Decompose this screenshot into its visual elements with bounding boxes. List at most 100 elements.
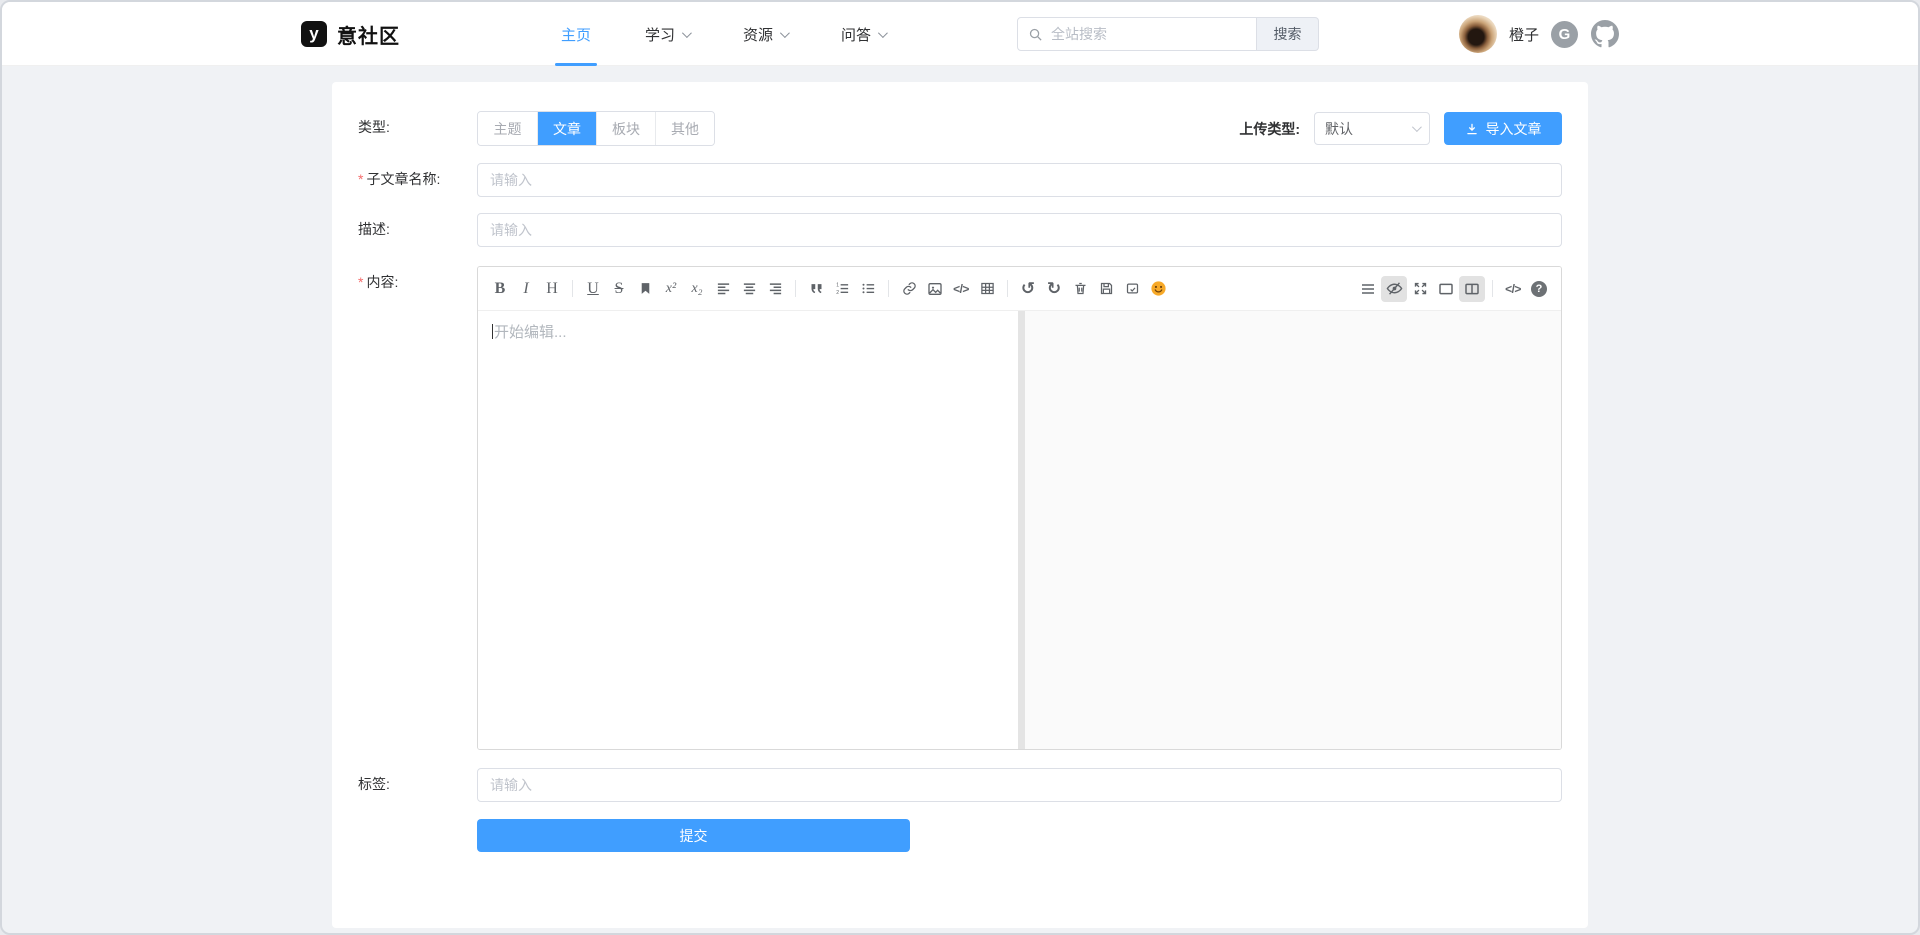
content-label: *内容: xyxy=(358,266,477,750)
navigation-outline-icon[interactable] xyxy=(1355,276,1381,302)
import-article-label: 导入文章 xyxy=(1486,119,1542,139)
html-view-icon[interactable]: </> xyxy=(1500,276,1526,302)
type-option-other[interactable]: 其他 xyxy=(655,112,714,145)
nav-item-qa[interactable]: 问答 xyxy=(835,2,891,66)
search-input[interactable] xyxy=(1051,26,1246,42)
gitee-icon[interactable]: G xyxy=(1551,21,1578,48)
nav-resources-label: 资源 xyxy=(743,24,773,45)
unordered-list-icon[interactable] xyxy=(855,276,881,302)
editor-preview-pane xyxy=(1025,311,1561,749)
top-header: y 意社区 主页 学习 资源 问答 xyxy=(2,2,1918,66)
logo-icon: y xyxy=(301,21,327,47)
user-area: 橙子 G xyxy=(1459,15,1619,53)
split-view-icon[interactable] xyxy=(1459,276,1485,302)
chevron-down-icon xyxy=(682,28,692,38)
tags-label: 标签: xyxy=(358,768,477,802)
type-row: 类型: 主题 文章 板块 其他 上传类型: 默认 xyxy=(358,111,1562,146)
save-icon[interactable] xyxy=(1093,276,1119,302)
sub-article-name-row: *子文章名称: xyxy=(358,163,1562,197)
type-label: 类型: xyxy=(358,111,477,146)
fullscreen-icon[interactable] xyxy=(1407,276,1433,302)
app-window: y 意社区 主页 学习 资源 问答 xyxy=(0,0,1920,935)
search-button[interactable]: 搜索 xyxy=(1257,17,1319,51)
ordered-list-icon[interactable]: 12 xyxy=(829,276,855,302)
sub-article-name-label: *子文章名称: xyxy=(358,163,477,197)
page-body: 类型: 主题 文章 板块 其他 上传类型: 默认 xyxy=(2,66,1918,933)
quote-icon[interactable] xyxy=(803,276,829,302)
upload-type-label: 上传类型: xyxy=(1239,119,1300,139)
description-input[interactable] xyxy=(477,213,1562,247)
submit-row: 提交 xyxy=(358,819,1562,852)
site-search: 搜索 xyxy=(1017,17,1319,51)
download-icon xyxy=(1465,122,1479,136)
toolbar-separator xyxy=(1492,280,1493,297)
table-icon[interactable] xyxy=(974,276,1000,302)
search-icon xyxy=(1028,27,1043,42)
undo-icon[interactable]: ↺ xyxy=(1015,276,1041,302)
upload-type-select[interactable]: 默认 xyxy=(1314,112,1430,145)
code-icon[interactable]: </> xyxy=(948,276,974,302)
import-article-button[interactable]: 导入文章 xyxy=(1444,112,1562,145)
upload-type-group: 上传类型: 默认 导入文章 xyxy=(1239,112,1562,145)
align-center-icon[interactable] xyxy=(736,276,762,302)
site-title: 意社区 xyxy=(337,20,400,49)
user-avatar[interactable] xyxy=(1459,15,1497,53)
trash-icon[interactable] xyxy=(1067,276,1093,302)
emoji-icon[interactable] xyxy=(1145,276,1171,302)
editor-content: 开始编辑... xyxy=(478,311,1561,749)
single-column-icon[interactable] xyxy=(1433,276,1459,302)
chevron-down-icon xyxy=(878,28,888,38)
text-caret xyxy=(492,324,493,339)
chevron-down-icon xyxy=(1412,122,1422,132)
editor-placeholder: 开始编辑... xyxy=(494,324,567,341)
redo-icon[interactable]: ↻ xyxy=(1041,276,1067,302)
description-row: 描述: xyxy=(358,213,1562,247)
underline-icon[interactable]: U xyxy=(580,276,606,302)
svg-text:1: 1 xyxy=(836,282,839,288)
superscript-icon[interactable]: x² xyxy=(658,276,684,302)
editor-pane-divider[interactable] xyxy=(1018,311,1025,749)
nav-home-label: 主页 xyxy=(561,24,591,45)
type-option-topic[interactable]: 主题 xyxy=(478,112,537,145)
nav-item-learn[interactable]: 学习 xyxy=(639,2,695,66)
help-icon[interactable]: ? xyxy=(1526,276,1552,302)
preview-toggle-icon[interactable] xyxy=(1381,276,1407,302)
type-option-article[interactable]: 文章 xyxy=(537,112,596,145)
image-icon[interactable] xyxy=(922,276,948,302)
submit-button[interactable]: 提交 xyxy=(477,819,910,852)
nav-item-resources[interactable]: 资源 xyxy=(737,2,793,66)
subscript-icon[interactable]: x₂ xyxy=(684,276,710,302)
align-right-icon[interactable] xyxy=(762,276,788,302)
italic-icon[interactable]: I xyxy=(513,276,539,302)
type-option-board[interactable]: 板块 xyxy=(596,112,655,145)
svg-text:2: 2 xyxy=(836,290,839,296)
bold-icon[interactable]: B xyxy=(487,276,513,302)
markdown-editor: B I H U S x² x₂ xyxy=(477,266,1562,750)
content-row: *内容: B I H U S xyxy=(358,266,1562,750)
upload-type-value: 默认 xyxy=(1325,119,1353,139)
toolbar-separator xyxy=(795,280,796,297)
align-left-icon[interactable] xyxy=(710,276,736,302)
nav-item-home[interactable]: 主页 xyxy=(555,2,597,66)
editor-input-pane[interactable]: 开始编辑... xyxy=(478,311,1018,749)
task-checkbox-icon[interactable] xyxy=(1119,276,1145,302)
type-segmented-control: 主题 文章 板块 其他 xyxy=(477,111,715,146)
tags-row: 标签: xyxy=(358,768,1562,802)
post-form-card: 类型: 主题 文章 板块 其他 上传类型: 默认 xyxy=(332,82,1588,928)
chevron-down-icon xyxy=(780,28,790,38)
site-logo[interactable]: y 意社区 xyxy=(301,20,400,49)
description-label: 描述: xyxy=(358,213,477,247)
heading-icon[interactable]: H xyxy=(539,276,565,302)
nav-learn-label: 学习 xyxy=(645,24,675,45)
bookmark-icon[interactable] xyxy=(632,276,658,302)
required-asterisk: * xyxy=(358,274,363,290)
link-icon[interactable] xyxy=(896,276,922,302)
nav-qa-label: 问答 xyxy=(841,24,871,45)
tags-input[interactable] xyxy=(477,768,1562,802)
toolbar-separator xyxy=(888,280,889,297)
user-name: 橙子 xyxy=(1509,24,1539,45)
strikethrough-icon[interactable]: S xyxy=(606,276,632,302)
toolbar-separator xyxy=(572,280,573,297)
sub-article-name-input[interactable] xyxy=(477,163,1562,197)
github-icon[interactable] xyxy=(1590,20,1619,49)
